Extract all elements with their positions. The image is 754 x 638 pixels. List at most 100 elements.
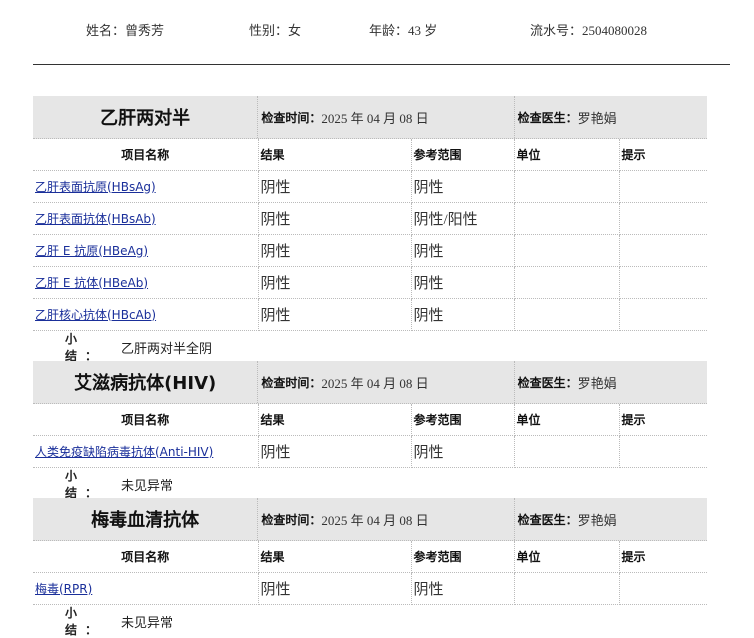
patient-age: 年龄：43 岁: [369, 23, 438, 38]
column-header-name: 项目名称: [33, 404, 259, 436]
reference-range-cell: 阴性/阳性: [411, 202, 515, 235]
results-table: 项目名称 结果 参考范围 单位 提示人类免疫缺陷病毒抗体(Anti-HIV) 阴性 阴性: [33, 404, 707, 468]
patient-name: 姓名：曾秀芳: [86, 23, 165, 38]
exam-section: 乙肝两对半 检查时间： 2025 年 04 月 08 日检查医生： 罗艳娟 项目名称 结果…: [33, 96, 707, 363]
doctor-label: 检查医生：: [517, 375, 578, 390]
hint-cell: [619, 435, 707, 468]
serial-number: 流水号：2504080028: [530, 23, 648, 38]
result-cell: 阴性: [258, 202, 412, 235]
column-header-hint: 提示: [619, 139, 707, 171]
item-name-link[interactable]: 乙肝表面抗体(HBsAb): [35, 212, 156, 226]
column-header-result: 结果: [258, 541, 412, 573]
item-name-link[interactable]: 乙肝表面抗原(HBsAg): [35, 180, 156, 194]
reference-range-cell: 阴性: [411, 572, 515, 605]
table-row: 乙肝核心抗体(HBcAb) 阴性 阴性: [33, 298, 707, 331]
item-name-link[interactable]: 梅毒(RPR): [35, 582, 92, 596]
item-name-link[interactable]: 人类免疫缺陷病毒抗体(Anti-HIV): [35, 445, 213, 459]
section-header: 梅毒血清抗体 检查时间： 2025 年 04 月 08 日 检查医生： 罗艳娟: [33, 498, 707, 541]
column-header-result: 结果: [258, 404, 412, 436]
result-cell: 阴性: [258, 234, 412, 267]
column-header-hint: 提示: [619, 404, 707, 436]
table-row: 乙肝表面抗体(HBsAb) 阴性 阴性/阳性: [33, 202, 707, 235]
table-row: 梅毒(RPR) 阴性 阴性: [33, 572, 707, 605]
item-name-link[interactable]: 乙肝核心抗体(HBcAb): [35, 308, 156, 322]
exam-time-label: 检查时间：: [261, 512, 322, 527]
table-row: 乙肝表面抗原(HBsAg) 阴性 阴性: [33, 170, 707, 203]
hint-cell: [619, 266, 707, 299]
item-name-cell: 乙肝 E 抗原(HBeAg): [33, 234, 259, 267]
doctor-name: 罗艳娟: [577, 512, 617, 528]
item-name-link[interactable]: 乙肝 E 抗原(HBeAg): [35, 244, 148, 258]
column-header-name: 项目名称: [33, 139, 259, 171]
doctor-name: 罗艳娟: [577, 375, 617, 391]
item-name-cell: 人类免疫缺陷病毒抗体(Anti-HIV): [33, 435, 259, 468]
table-row: 乙肝 E 抗体(HBeAb) 阴性 阴性: [33, 266, 707, 299]
item-name-cell: 乙肝 E 抗体(HBeAb): [33, 266, 259, 299]
column-header-hint: 提示: [619, 541, 707, 573]
results-table: 项目名称 结果 参考范围 单位 提示梅毒(RPR) 阴性 阴性: [33, 541, 707, 605]
reference-range-cell: 阴性: [411, 170, 515, 203]
exam-section: 艾滋病抗体(HIV) 检查时间： 2025 年 04 月 08 日检查医生： 罗艳娟项…: [33, 361, 707, 500]
exam-time: 检查时间： 2025 年 04 月 08 日: [257, 96, 513, 138]
result-cell: 阴性: [258, 170, 412, 203]
result-cell: 阴性: [258, 266, 412, 299]
table-header-row: 项目名称 结果 参考范围 单位 提示: [33, 139, 707, 171]
hint-cell: [619, 572, 707, 605]
reference-range-cell: 阴性: [411, 266, 515, 299]
header-divider: [33, 64, 730, 65]
section-title: 艾滋病抗体(HIV): [74, 373, 217, 394]
section-title: 梅毒血清抗体: [91, 510, 200, 531]
exam-time-value: 2025 年 04 月 08 日: [321, 512, 429, 528]
result-cell: 阴性: [258, 435, 412, 468]
exam-doctor: 检查医生： 罗艳娟: [513, 498, 707, 540]
exam-section: 梅毒血清抗体 检查时间： 2025 年 04 月 08 日检查医生： 罗艳娟 项目名称结…: [33, 498, 707, 637]
item-name-cell: 乙肝表面抗原(HBsAg): [33, 170, 259, 203]
doctor-label: 检查医生：: [517, 110, 578, 125]
exam-time: 检查时间： 2025 年 04 月 08 日: [257, 361, 513, 403]
summary-text: 未见异常: [121, 477, 174, 493]
reference-range-cell: 阴性: [411, 298, 515, 331]
section-summary: 小结： 未见异常: [33, 605, 707, 637]
column-header-range: 参考范围: [411, 404, 515, 436]
unit-cell: [514, 234, 620, 267]
table-row: 人类免疫缺陷病毒抗体(Anti-HIV) 阴性 阴性: [33, 435, 707, 468]
result-cell: 阴性: [258, 298, 412, 331]
summary-label: 小结：: [65, 332, 106, 363]
section-title: 乙肝两对半: [100, 108, 191, 129]
section-summary: 小结： 未见异常: [33, 468, 707, 500]
exam-time-value: 2025 年 04 月 08 日: [321, 375, 429, 391]
column-header-unit: 单位: [514, 404, 620, 436]
item-name-cell: 梅毒(RPR): [33, 572, 259, 605]
table-header-row: 项目名称 结果 参考范围 单位 提示: [33, 541, 707, 573]
summary-text: 乙肝两对半全阴: [121, 340, 213, 356]
summary-label: 小结：: [65, 469, 106, 500]
column-header-name: 项目名称: [33, 541, 259, 573]
exam-time-value: 2025 年 04 月 08 日: [321, 110, 429, 126]
hint-cell: [619, 170, 707, 203]
exam-doctor: 检查医生： 罗艳娟: [513, 96, 707, 138]
item-name-link[interactable]: 乙肝 E 抗体(HBeAb): [35, 276, 148, 290]
section-summary: 小结： 乙肝两对半全阴: [33, 331, 707, 363]
hint-cell: [619, 234, 707, 267]
reference-range-cell: 阴性: [411, 435, 515, 468]
exam-time-label: 检查时间：: [261, 110, 322, 125]
results-table: 项目名称 结果 参考范围 单位 提示 乙肝表面抗原(HBsAg) 阴性 阴性 乙肝表面抗体(HB…: [33, 139, 707, 331]
doctor-name: 罗艳娟: [577, 110, 617, 126]
unit-cell: [514, 298, 620, 331]
hint-cell: [619, 202, 707, 235]
patient-gender: 性别：女: [249, 23, 302, 38]
patient-header: 姓名：曾秀芳 性别：女 年龄：43 岁 流水号：2504080028: [0, 0, 754, 60]
unit-cell: [514, 572, 620, 605]
exam-time-label: 检查时间：: [261, 375, 322, 390]
section-header: 艾滋病抗体(HIV) 检查时间： 2025 年 04 月 08 日检查医生： 罗艳娟: [33, 361, 707, 404]
section-header: 乙肝两对半 检查时间： 2025 年 04 月 08 日检查医生： 罗艳娟: [33, 96, 707, 139]
column-header-unit: 单位: [514, 139, 620, 171]
column-header-range: 参考范围: [411, 541, 515, 573]
item-name-cell: 乙肝核心抗体(HBcAb): [33, 298, 259, 331]
unit-cell: [514, 170, 620, 203]
unit-cell: [514, 435, 620, 468]
table-header-row: 项目名称 结果 参考范围 单位 提示: [33, 404, 707, 436]
result-cell: 阴性: [258, 572, 412, 605]
column-header-unit: 单位: [514, 541, 620, 573]
item-name-cell: 乙肝表面抗体(HBsAb): [33, 202, 259, 235]
